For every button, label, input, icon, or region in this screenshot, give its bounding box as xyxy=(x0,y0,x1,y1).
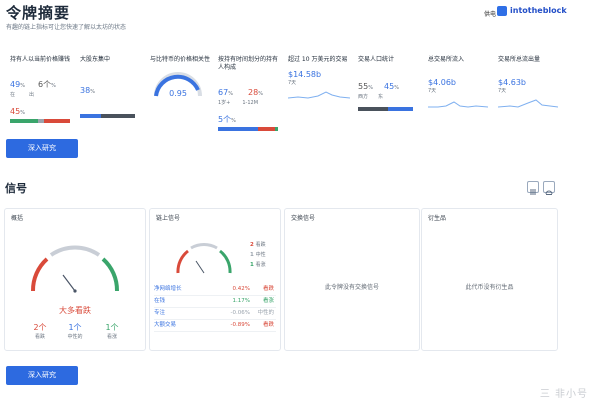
onchain-counts: 2 看跌 1 中性 1 看涨 xyxy=(250,242,266,268)
loss-percent: 45 xyxy=(10,107,21,116)
summary-gauge xyxy=(30,245,120,293)
gauge-view-icon[interactable] xyxy=(543,181,555,195)
profit-percent: 49 xyxy=(10,80,21,89)
metric-card-holders-profit: 持有人以当前价格赚钱 49% 6个% 在出 45% xyxy=(10,56,72,123)
neutral-count: 6个 xyxy=(38,80,52,89)
metric-card-exchange-inflow: 总交易所流入 $4.06b 7天 xyxy=(428,56,489,114)
profit-bar xyxy=(10,119,38,123)
concentration-bar-rest xyxy=(101,114,135,118)
exchange-signals-panel: 交换信号 此令牌没有交换信号 xyxy=(284,208,420,351)
watermark-text: 三 非小号 xyxy=(539,389,588,400)
neutral-count-box: 1个 中性的 xyxy=(67,323,83,340)
list-view-icon[interactable] xyxy=(527,181,539,195)
signal-row[interactable]: 在钱 1.17% 看涨 xyxy=(154,296,276,308)
powered-by-label: 供电 xyxy=(484,11,497,18)
signal-row[interactable]: 专注 -0.06% 中性的 xyxy=(154,308,276,320)
outflow-sparkline xyxy=(497,99,559,108)
exchange-empty-text: 此令牌没有交换信号 xyxy=(324,284,379,291)
onchain-gauge xyxy=(176,243,232,274)
correlation-value: 0.95 xyxy=(169,89,187,98)
signal-row[interactable]: 净网络增长 0.42% 看跌 xyxy=(154,284,276,296)
page-subtitle: 有趣的链上指标可让您快速了解以太坊的状态 xyxy=(6,24,127,31)
metric-card-holding-time: 按持有时间划分的持有人构成 67% 28% 1岁+ 1-12M 5个% xyxy=(218,56,280,131)
west-bar xyxy=(358,107,388,111)
summary-head: 概括 xyxy=(11,215,24,222)
signal-row[interactable]: 大额交易 -0.89% 看跌 xyxy=(154,320,276,332)
metric-card-btc-correlation: 与比特币的价格相关性 0.95 xyxy=(150,56,211,98)
bull-count-box: 1个 看涨 xyxy=(105,323,119,340)
inflow-sparkline xyxy=(428,101,489,108)
deep-research-button-bottom[interactable]: 深入研究 xyxy=(6,366,78,385)
brand-logo-text[interactable]: intotheblock xyxy=(510,6,567,15)
metric-card-large-tx: 超过 10 万美元的交易 $14.58b 7天 xyxy=(287,56,351,106)
metric-card-exchange-outflow: 交易所总流出量 $4.63b 7天 xyxy=(497,56,559,114)
concentration-bar-fill xyxy=(80,114,101,118)
derivatives-panel: 衍生品 此代币没有衍生品 xyxy=(421,208,558,351)
holders-short-bar xyxy=(275,127,278,131)
loss-bar xyxy=(44,119,70,123)
exchange-head: 交换信号 xyxy=(291,215,316,222)
intotheblock-logo-icon xyxy=(497,6,507,16)
holders-mid-bar xyxy=(258,127,275,131)
summary-verdict: 大多看跌 xyxy=(59,306,91,315)
metric-card-demographics: 交易人口统计 55% 45% 西方东 xyxy=(358,56,413,111)
large-tx-sparkline xyxy=(287,91,351,99)
onchain-head: 链上信号 xyxy=(156,215,181,222)
summary-panel: 概括 大多看跌 2个 看跌 1个 中性的 1个 看涨 xyxy=(4,208,146,351)
bear-count-box: 2个 看跌 xyxy=(33,323,47,340)
east-bar xyxy=(388,107,413,111)
derivatives-empty-text: 此代币没有衍生品 xyxy=(465,284,514,291)
onchain-signals-panel: 链上信号 2 看跌 1 中性 1 看涨 净网络增长 0.42% 看跌 在钱 1.… xyxy=(149,208,281,351)
metric-card-concentration: 大股东集中 38% xyxy=(80,56,135,118)
correlation-gauge: 0.95 xyxy=(154,72,202,98)
derivatives-head: 衍生品 xyxy=(428,215,447,222)
holders-long-bar xyxy=(218,127,258,131)
signals-title: 信号 xyxy=(5,182,27,195)
onchain-signal-list: 净网络增长 0.42% 看跌 在钱 1.17% 看涨 专注 -0.06% 中性的… xyxy=(154,284,276,332)
page-title: 令牌摘要 xyxy=(6,4,71,22)
deep-research-button-top[interactable]: 深入研究 xyxy=(6,139,78,158)
